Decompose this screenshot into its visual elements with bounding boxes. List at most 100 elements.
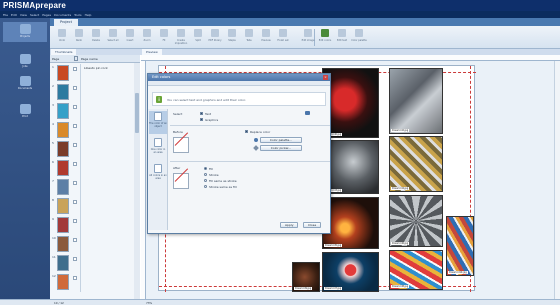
stroke-radio[interactable] bbox=[204, 173, 207, 176]
view-toggle-icon[interactable] bbox=[74, 56, 78, 61]
page-photo[interactable]: Dreamcd7.jpg bbox=[322, 252, 379, 292]
toolbar-button-8[interactable]: Split bbox=[190, 28, 206, 47]
page-row[interactable]: 8 bbox=[50, 197, 130, 216]
toolbar-button-1[interactable]: Redo bbox=[71, 28, 87, 47]
page-name-cell[interactable] bbox=[80, 102, 130, 121]
page-list-scrollbar[interactable] bbox=[134, 63, 140, 299]
menu-item-2[interactable]: View bbox=[20, 13, 27, 17]
page-checkbox[interactable] bbox=[73, 219, 77, 223]
text-checkbox[interactable] bbox=[200, 112, 203, 115]
toolbar-button-13[interactable]: Finish set bbox=[275, 28, 291, 47]
page-name-cell[interactable] bbox=[80, 235, 130, 254]
page-photo[interactable]: Dreamcd8.jpg bbox=[389, 250, 443, 290]
page-row[interactable]: 9 bbox=[50, 216, 130, 235]
menu-item-5[interactable]: Documents bbox=[54, 13, 71, 17]
toolbar-button-9[interactable]: PDF library bbox=[207, 28, 223, 47]
page-name-cell[interactable] bbox=[80, 121, 130, 140]
page-photo[interactable]: Dreamcd9.jpg bbox=[292, 262, 320, 292]
page-thumbnail[interactable] bbox=[57, 217, 69, 233]
stroke-same-as-fill-radio[interactable] bbox=[204, 185, 207, 188]
page-row[interactable]: 1 Libesto pin rock bbox=[50, 64, 130, 83]
toolbar-button-15[interactable]: Edit colors bbox=[317, 28, 333, 47]
nav-item-1[interactable]: Jobs bbox=[3, 52, 47, 72]
page-thumbnail[interactable] bbox=[57, 160, 69, 176]
nav-item-0[interactable]: Projects bbox=[3, 22, 47, 42]
after-color-swatch[interactable] bbox=[173, 173, 189, 189]
page-name-cell[interactable] bbox=[80, 159, 130, 178]
page-row[interactable]: 5 bbox=[50, 140, 130, 159]
toolbar-button-11[interactable]: Tabs bbox=[241, 28, 257, 47]
page-thumbnail[interactable] bbox=[57, 122, 69, 138]
toolbar-button-5[interactable]: Zoom bbox=[139, 28, 155, 47]
page-checkbox[interactable] bbox=[73, 257, 77, 261]
page-thumbnail[interactable] bbox=[57, 198, 69, 214]
page-checkbox[interactable] bbox=[73, 143, 77, 147]
graphics-checkbox[interactable] bbox=[200, 118, 203, 121]
page-thumbnail[interactable] bbox=[57, 65, 69, 81]
close-button[interactable]: Close bbox=[303, 222, 321, 228]
toolbar-button-17[interactable]: Color palette bbox=[351, 28, 367, 47]
page-row[interactable]: 12 bbox=[50, 273, 130, 292]
page-thumbnail[interactable] bbox=[57, 236, 69, 252]
page-name-cell[interactable] bbox=[80, 216, 130, 235]
toolbar-button-14[interactable]: Edit image bbox=[300, 28, 316, 47]
page-name-cell[interactable] bbox=[80, 197, 130, 216]
tab-project[interactable]: Project bbox=[54, 19, 78, 26]
color-palette-button[interactable]: Color palette... bbox=[260, 137, 302, 143]
replace-color-checkbox[interactable] bbox=[245, 130, 248, 133]
col-name-header[interactable]: Page name bbox=[81, 57, 98, 61]
page-checkbox[interactable] bbox=[73, 124, 77, 128]
color-mode-2[interactable]: All colors in an area bbox=[149, 163, 167, 186]
page-checkbox[interactable] bbox=[73, 86, 77, 90]
page-name-cell[interactable] bbox=[80, 254, 130, 273]
zoom-level[interactable]: 73% bbox=[146, 301, 152, 305]
page-thumbnail[interactable] bbox=[57, 84, 69, 100]
toolbar-button-6[interactable]: Fit bbox=[156, 28, 172, 47]
toolbar-button-2[interactable]: Delete bbox=[88, 28, 104, 47]
page-row[interactable]: 11 bbox=[50, 254, 130, 273]
toolbar-button-16[interactable]: Edit text bbox=[334, 28, 350, 47]
menu-item-3[interactable]: Select bbox=[30, 13, 39, 17]
page-photo[interactable]: Dreamcd4.jpg bbox=[389, 136, 443, 192]
toolbar-button-7[interactable]: Create imposition bbox=[173, 28, 189, 47]
toolbar-button-4[interactable]: Insert bbox=[122, 28, 138, 47]
color-mode-0[interactable]: The color of an object bbox=[149, 111, 167, 134]
page-row[interactable]: 3 bbox=[50, 102, 130, 121]
canvas-scrollbar[interactable] bbox=[554, 61, 560, 299]
toolbar-button-3[interactable]: Select all bbox=[105, 28, 121, 47]
page-name-cell[interactable] bbox=[80, 273, 130, 292]
apply-button[interactable]: Apply bbox=[280, 222, 298, 228]
page-row[interactable]: 7 bbox=[50, 178, 130, 197]
color-picker-button[interactable]: Color picker... bbox=[260, 145, 302, 151]
page-checkbox[interactable] bbox=[73, 238, 77, 242]
page-name-cell[interactable] bbox=[80, 140, 130, 159]
page-name-cell[interactable] bbox=[80, 178, 130, 197]
page-name-cell[interactable]: Libesto pin rock bbox=[80, 64, 130, 83]
page-row[interactable]: 10 bbox=[50, 235, 130, 254]
page-checkbox[interactable] bbox=[73, 67, 77, 71]
page-checkbox[interactable] bbox=[73, 276, 77, 280]
close-icon[interactable]: × bbox=[323, 75, 328, 80]
col-page-header[interactable]: Page bbox=[52, 57, 59, 61]
fill-radio[interactable] bbox=[204, 167, 207, 170]
page-photo[interactable]: Dreamcd2.jpg bbox=[389, 68, 443, 134]
nav-item-2[interactable]: Documents bbox=[3, 74, 47, 94]
toolbar-button-10[interactable]: Staple bbox=[224, 28, 240, 47]
page-checkbox[interactable] bbox=[73, 162, 77, 166]
nav-item-3[interactable]: Print bbox=[3, 102, 47, 122]
page-photo[interactable]: Dreamcd6.jpg bbox=[389, 195, 443, 247]
select-tool-icon[interactable] bbox=[305, 111, 310, 115]
page-name-cell[interactable] bbox=[80, 83, 130, 102]
before-color-swatch[interactable] bbox=[173, 137, 189, 153]
scrollbar-thumb[interactable] bbox=[135, 93, 139, 133]
page-row[interactable]: 2 bbox=[50, 83, 130, 102]
page-row[interactable]: 4 bbox=[50, 121, 130, 140]
toolbar-button-0[interactable]: Undo bbox=[54, 28, 70, 47]
page-checkbox[interactable] bbox=[73, 200, 77, 204]
page-checkbox[interactable] bbox=[73, 105, 77, 109]
page-photo[interactable]: Dreamcd10.jpg bbox=[446, 216, 474, 276]
menu-item-0[interactable]: File bbox=[3, 13, 8, 17]
page-thumbnail[interactable] bbox=[57, 103, 69, 119]
menu-item-6[interactable]: Tools bbox=[74, 13, 81, 17]
toolbar-button-12[interactable]: Preview bbox=[258, 28, 274, 47]
